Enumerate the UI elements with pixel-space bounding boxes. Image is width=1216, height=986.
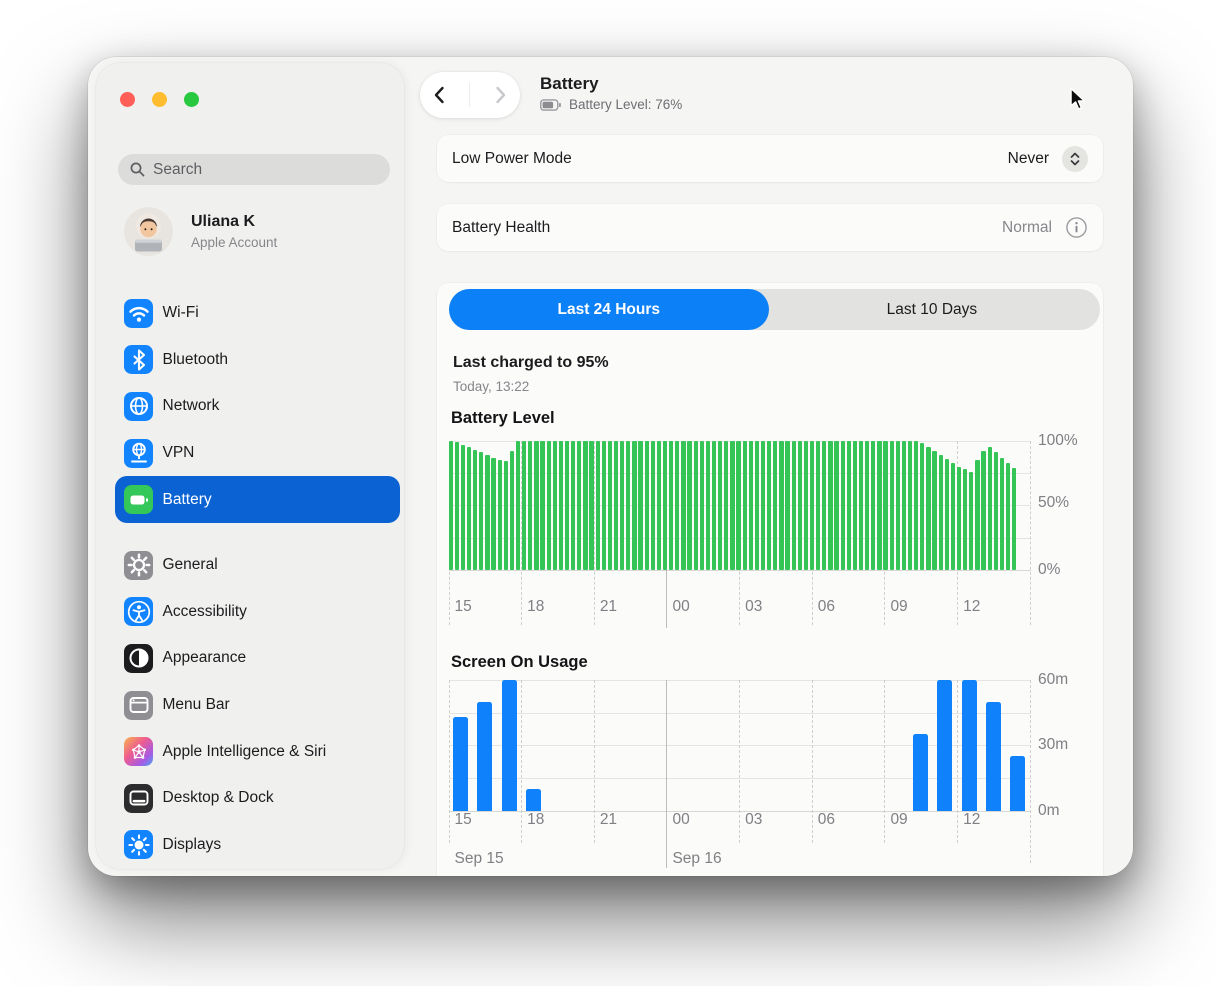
sidebar-item-battery[interactable]: Battery — [115, 476, 400, 523]
battery-icon — [124, 485, 153, 515]
window-controls — [120, 91, 199, 107]
tab-last-24-hours[interactable]: Last 24 Hours — [448, 289, 770, 330]
page-title: Battery — [540, 74, 599, 93]
search-input[interactable]: Search — [118, 154, 390, 185]
ai-siri-icon — [124, 737, 153, 767]
menubar-icon — [124, 690, 153, 720]
info-icon[interactable] — [1065, 216, 1088, 239]
low-power-mode-row: Low Power Mode Never — [437, 135, 1103, 182]
low-power-mode-label: Low Power Mode — [452, 149, 572, 167]
low-power-mode-value: Never — [1007, 149, 1049, 167]
network-icon — [124, 391, 153, 421]
wifi-icon — [124, 298, 153, 328]
low-power-mode-stepper[interactable] — [1062, 145, 1088, 172]
nav-history-control — [420, 72, 520, 118]
back-button[interactable] — [432, 85, 446, 105]
sidebar-item-network[interactable]: Network — [115, 383, 400, 430]
account-subtitle: Apple Account — [191, 235, 278, 250]
settings-window: Search Uliana K Apple Account Wi-Fi Blue… — [88, 57, 1133, 876]
sidebar-item-appearance[interactable]: Appearance — [115, 635, 400, 682]
sidebar-item-label: Wi-Fi — [162, 304, 199, 322]
battery-health-row: Battery Health Normal — [437, 204, 1103, 251]
account-name: Uliana K — [191, 213, 256, 230]
sidebar-item-label: VPN — [162, 444, 195, 462]
sidebar-item-label: Accessibility — [162, 602, 247, 620]
search-placeholder: Search — [153, 160, 203, 178]
vpn-icon — [124, 438, 153, 468]
sidebar: Search Uliana K Apple Account Wi-Fi Blue… — [96, 63, 404, 869]
sidebar-item-wi-fi[interactable]: Wi-Fi — [115, 290, 400, 337]
screen-on-usage-chart-title: Screen On Usage — [451, 653, 588, 671]
sidebar-item-label: Displays — [162, 835, 222, 853]
last-charged-text: Last charged to 95% — [453, 354, 609, 371]
sidebar-item-label: Network — [162, 397, 220, 415]
close-button[interactable] — [120, 91, 135, 107]
battery-level-status: Battery Level: 76% — [540, 97, 682, 112]
displays-icon — [124, 830, 153, 860]
desktop-dock-icon — [124, 783, 153, 813]
time-range-segmented-control: Last 24 Hours Last 10 Days — [448, 289, 1100, 330]
sidebar-item-label: Apple Intelligence & Siri — [162, 742, 327, 760]
sidebar-item-label: Menu Bar — [162, 696, 230, 714]
tab-last-10-days[interactable]: Last 10 Days — [769, 289, 1095, 330]
general-icon — [124, 550, 153, 580]
sidebar-item-apple-intelligence-and-siri[interactable]: Apple Intelligence & Siri — [115, 728, 400, 775]
avatar — [124, 207, 173, 256]
zoom-button[interactable] — [184, 91, 199, 107]
last-charged-time: Today, 13:22 — [453, 379, 530, 394]
battery-level-text: Battery Level: 76% — [569, 97, 683, 112]
battery-health-value: Normal — [1002, 218, 1052, 236]
battery-health-label: Battery Health — [452, 218, 551, 236]
sidebar-item-accessibility[interactable]: Accessibility — [115, 589, 400, 636]
sidebar-nav-primary: Wi-Fi Bluetooth Network VPN Battery — [115, 290, 400, 523]
sidebar-item-label: Battery — [162, 490, 212, 508]
sidebar-item-displays[interactable]: Displays — [115, 822, 400, 869]
up-down-chevrons-icon — [1070, 152, 1080, 165]
sidebar-item-general[interactable]: General — [115, 542, 400, 589]
battery-icon — [540, 98, 561, 111]
sidebar-item-desktop-and-dock[interactable]: Desktop & Dock — [115, 775, 400, 822]
sidebar-item-vpn[interactable]: VPN — [115, 430, 400, 477]
accessibility-icon — [124, 597, 153, 627]
battery-level-chart-title: Battery Level — [451, 409, 555, 427]
sidebar-item-label: Appearance — [162, 649, 247, 667]
sidebar-item-bluetooth[interactable]: Bluetooth — [115, 337, 400, 384]
screenshot-canvas: Search Uliana K Apple Account Wi-Fi Blue… — [0, 0, 1216, 986]
sidebar-item-menu-bar[interactable]: Menu Bar — [115, 682, 400, 729]
appearance-icon — [124, 643, 153, 673]
divider — [469, 83, 471, 107]
sidebar-item-label: Bluetooth — [162, 350, 229, 368]
search-icon — [130, 162, 145, 177]
minimize-button[interactable] — [152, 91, 167, 107]
mouse-cursor — [1070, 87, 1086, 110]
sidebar-item-label: Desktop & Dock — [162, 789, 274, 807]
forward-button[interactable] — [494, 85, 508, 105]
sidebar-item-label: General — [162, 556, 218, 574]
sidebar-nav-secondary: General Accessibility Appearance Menu Bar Ap… — [115, 542, 400, 868]
bluetooth-icon — [124, 345, 153, 375]
apple-account-row[interactable]: Uliana K Apple Account — [124, 207, 277, 256]
